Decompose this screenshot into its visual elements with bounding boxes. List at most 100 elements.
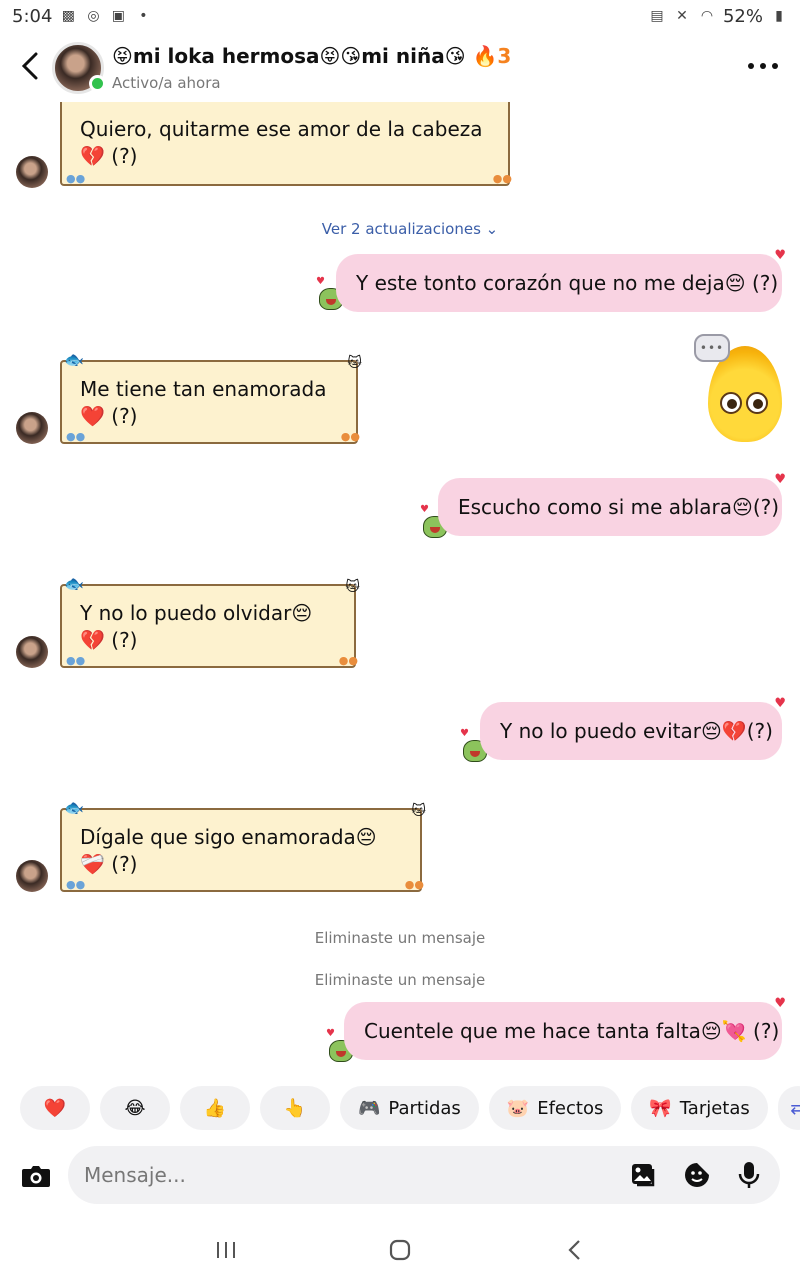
heart-reaction-icon: ♥ [774,996,786,1011]
sender-avatar[interactable] [16,860,48,892]
quick-laugh-button[interactable]: 😂 [100,1086,170,1130]
cat-decoration-icon: 🐱 [347,355,362,371]
sender-avatar[interactable] [16,412,48,444]
paws-decoration-icon: ●● [66,430,86,443]
dot-icon: • [139,8,148,24]
message-incoming[interactable]: 🐟 🐱 Dígale que sigo enamorada😔 ❤️‍🩹 (?) … [60,798,426,892]
deleted-message-notice: Eliminaste un mensaje [314,929,486,947]
battery-saver-icon: ▤ [650,8,664,24]
message-field [68,1146,780,1204]
message-outgoing[interactable]: Cuentele que me hace tanta falta😔💘 (?) ♥ [344,996,786,1060]
heart-icon: ❤️ [43,1097,67,1119]
contact-avatar[interactable] [52,42,106,94]
gift-ribbon-icon: 🎀 [649,1097,672,1119]
microphone-icon [738,1162,760,1188]
message-text: Y este tonto corazón que no me deja😔 (?) [356,271,779,295]
paws-decoration-icon: ●● [66,654,86,667]
seal-decoration-icon: 🐟 [64,798,84,817]
recent-apps-button[interactable] [214,1238,238,1262]
effects-button[interactable]: 🐷 Efectos [488,1086,622,1130]
quick-point-button[interactable]: 👆 [260,1086,330,1130]
status-bar: 5:04 ▩ ◎ ▣ • ▤ ✕ ◠ 52% ▮ [0,0,800,32]
message-text: Y no lo puedo olvidar😔💔 (?) [80,601,313,652]
pig-face-icon: 🐷 [506,1097,530,1119]
pointing-hand-icon: 👆 [283,1097,307,1119]
message-incoming[interactable]: Quiero, quitarme ese amor de la cabeza 💔… [60,102,512,186]
more-options-button[interactable] [748,54,778,78]
image-icon [632,1164,655,1187]
seal-decoration-icon: 🐟 [64,574,84,593]
games-button[interactable]: 🎮 Partidas [340,1086,479,1130]
home-icon [389,1239,411,1261]
deleted-message-notice: Eliminaste un mensaje [314,971,486,989]
heart-reaction-icon: ♥ [774,248,786,263]
quick-replies-bar: ❤️ 😂 👍 👆 🎮 Partidas 🐷 Efectos 🎀 Tarjetas ⇄ [20,1086,800,1130]
message-outgoing[interactable]: Y este tonto corazón que no me deja😔 (?)… [336,248,786,312]
cat-decoration-icon: 🐱 [411,803,426,819]
quick-heart-button[interactable]: ❤️ [20,1086,90,1130]
seal-decoration-icon: 🐟 [64,350,84,369]
sticker-face-icon [685,1163,709,1187]
fire-icon: 🔥 [472,44,498,68]
gallery-icon: ▣ [111,8,126,24]
system-navigation-bar [0,1220,800,1280]
message-input[interactable] [84,1146,604,1204]
paws-decoration-icon: ●● [404,878,424,891]
camera-button[interactable] [18,1158,54,1194]
message-outgoing[interactable]: Escucho como si me ablara😔(?) ♥ [438,472,786,536]
paws-decoration-icon: ●● [492,172,512,185]
system-back-button[interactable] [562,1238,586,1262]
cards-button[interactable]: 🎀 Tarjetas [631,1086,768,1130]
paws-decoration-icon: ●● [66,172,86,185]
more-quick-button[interactable]: ⇄ [777,1086,800,1130]
active-status: Activo/a ahora [112,74,221,92]
message-text: Cuentele que me hace tanta falta😔💘 (?) [364,1019,780,1043]
online-status-icon [89,75,106,92]
chevron-left-icon [21,52,38,80]
laughing-icon: 😂 [124,1097,146,1119]
home-button[interactable] [388,1238,412,1262]
mute-icon: ✕ [676,8,688,24]
message-incoming[interactable]: 🐟 🐱 Y no lo puedo olvidar😔💔 (?) ●● ●● [60,574,360,668]
sticker-button[interactable] [682,1160,712,1190]
paws-decoration-icon: ●● [340,430,360,443]
notification-icon: ▩ [61,8,76,24]
cat-decoration-icon: 🐱 [345,579,360,595]
contact-name-text: 😝mi loka hermosa😝😘mi niña😘 [112,44,466,68]
view-updates-link[interactable]: Ver 2 actualizaciones ⌄ [0,220,800,238]
message-incoming[interactable]: 🐟 🐱 Me tiene tan enamorada❤️ (?) ●● ●● [60,350,362,444]
paws-decoration-icon: ●● [66,878,86,891]
whatsapp-icon: ◎ [87,8,100,24]
message-outgoing[interactable]: Y no lo puedo evitar😔💔(?) ♥ [480,696,786,760]
effects-label: Efectos [537,1097,604,1119]
message-text: Me tiene tan enamorada❤️ (?) [80,377,327,428]
heart-reaction-icon: ♥ [774,472,786,487]
chat-header: 😝mi loka hermosa😝😘mi niña😘 🔥3 Activo/a a… [0,32,800,102]
message-text: Quiero, quitarme ese amor de la cabeza 💔… [80,117,483,168]
streak-count: 3 [497,44,512,68]
back-arrow-icon [568,1240,580,1260]
message-composer [18,1146,780,1206]
paws-decoration-icon: ●● [338,654,358,667]
heart-reaction-icon: ♥ [774,696,786,711]
voice-message-button[interactable] [734,1160,764,1190]
back-button[interactable] [14,50,46,82]
message-text: Escucho como si me ablara😔(?) [458,495,780,519]
typing-bubble-icon: ••• [694,334,730,362]
flame-sticker[interactable]: ••• [694,334,786,444]
recent-apps-icon [217,1242,235,1258]
message-text: Dígale que sigo enamorada😔 ❤️‍🩹 (?) [80,825,377,876]
contact-name[interactable]: 😝mi loka hermosa😝😘mi niña😘 🔥3 [112,44,511,68]
battery-icon: ▮ [775,8,783,24]
status-time: 5:04 [12,5,53,27]
thumbs-up-icon: 👍 [203,1097,227,1119]
games-label: Partidas [388,1097,461,1119]
streak-badge: 🔥3 [473,44,512,68]
quick-thumbs-up-button[interactable]: 👍 [180,1086,250,1130]
sender-avatar[interactable] [16,156,48,188]
wifi-icon: ◠ [700,8,714,24]
cards-label: Tarjetas [679,1097,750,1119]
sender-avatar[interactable] [16,636,48,668]
gallery-button[interactable] [628,1160,658,1190]
camera-icon [22,1166,50,1187]
